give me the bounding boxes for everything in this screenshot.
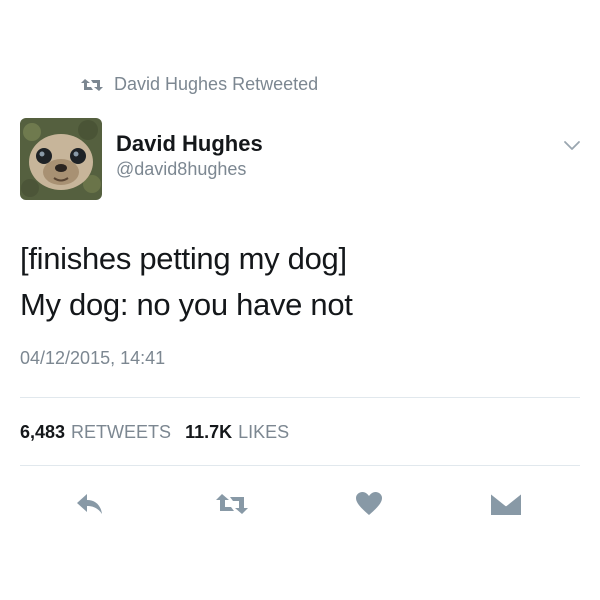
likes-stat[interactable]: 11.7K LIKES	[185, 422, 289, 443]
retweet-context: David Hughes Retweeted	[80, 74, 318, 95]
tweet-text: [finishes petting my dog] My dog: no you…	[20, 236, 580, 328]
user-handle[interactable]: @david8hughes	[116, 158, 263, 180]
divider	[20, 465, 580, 466]
divider	[20, 397, 580, 398]
heart-icon	[356, 492, 382, 515]
retweets-label: RETWEETS	[71, 422, 172, 442]
tweet-card: David Hughes Retweeted David Hughes @dav…	[0, 0, 600, 600]
avatar[interactable]	[20, 118, 102, 200]
retweet-icon	[81, 78, 103, 91]
retweets-count: 6,483	[20, 422, 66, 442]
display-name[interactable]: David Hughes	[116, 130, 263, 158]
tweet-text-line: [finishes petting my dog]	[20, 241, 347, 276]
timestamp[interactable]: 04/12/2015, 14:41	[20, 348, 165, 369]
likes-label: LIKES	[238, 422, 290, 442]
author-names: David Hughes @david8hughes	[116, 130, 263, 180]
retweet-icon	[216, 494, 248, 514]
reply-button[interactable]	[70, 486, 110, 522]
retweets-stat[interactable]: 6,483 RETWEETS	[20, 422, 171, 443]
tweet-stats: 6,483 RETWEETS 11.7K LIKES	[20, 422, 303, 443]
action-bar	[0, 486, 600, 526]
chevron-down-icon[interactable]	[563, 138, 581, 152]
author-block: David Hughes @david8hughes	[20, 118, 263, 200]
retweet-context-text[interactable]: David Hughes Retweeted	[114, 74, 318, 95]
retweet-button[interactable]	[212, 486, 252, 522]
reply-icon	[77, 494, 102, 514]
likes-count: 11.7K	[185, 422, 233, 442]
like-button[interactable]	[349, 486, 389, 522]
envelope-icon	[490, 492, 522, 515]
tweet-text-line: My dog: no you have not	[20, 287, 353, 322]
direct-message-button[interactable]	[486, 486, 526, 522]
